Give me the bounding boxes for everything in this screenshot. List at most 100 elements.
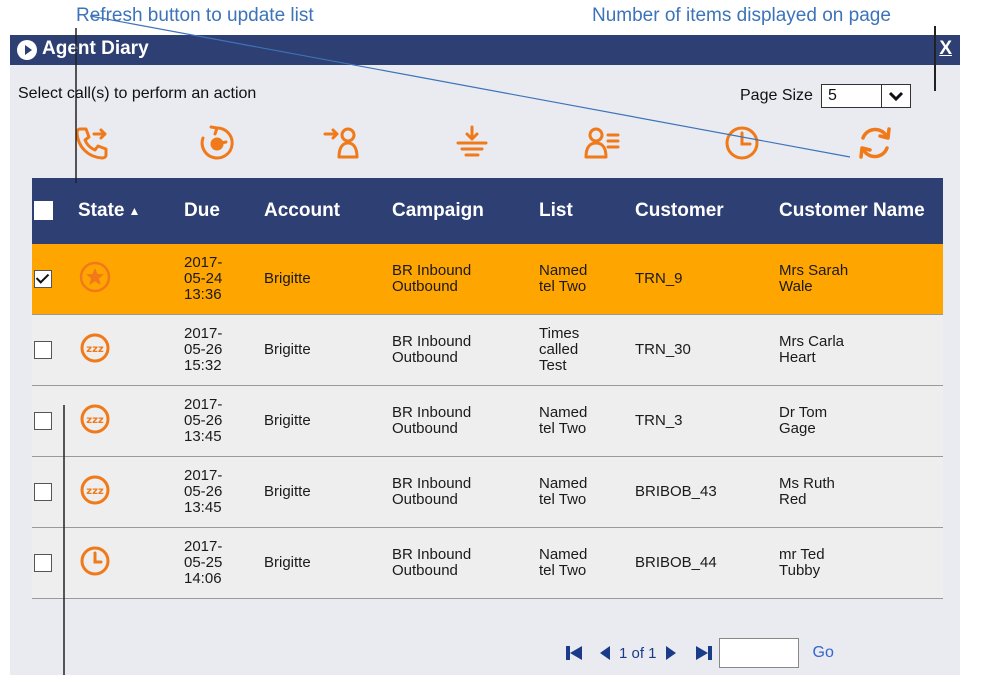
clock-icon <box>78 544 112 582</box>
due-date: 05-26 <box>184 483 223 500</box>
sleep-icon: zzz <box>78 331 112 369</box>
table-header-row: State ▲ Due Account Campaign List Custome… <box>32 178 943 244</box>
campaign-line: Outbound <box>392 491 458 508</box>
column-header-due[interactable]: Due <box>182 178 262 244</box>
customer-name-line: Gage <box>779 420 816 437</box>
next-page-icon[interactable] <box>665 645 677 661</box>
campaign-line: BR Inbound <box>392 475 472 492</box>
column-header-customer[interactable]: Customer <box>633 178 777 244</box>
clock-icon[interactable] <box>717 121 767 165</box>
window-title: Agent Diary <box>42 38 149 59</box>
customer-name-cell: Mrs Sarah Wale <box>777 244 943 315</box>
customer-name-line: Heart <box>779 349 816 366</box>
column-header-account[interactable]: Account <box>262 178 390 244</box>
due-time: 15:32 <box>184 357 222 374</box>
go-button[interactable]: Go <box>813 644 834 662</box>
campaign-cell: BR Inbound Outbound <box>390 456 537 528</box>
page-size-control: Page Size 5 <box>740 84 911 108</box>
due-cell: 2017- 05-26 13:45 <box>182 385 262 457</box>
sleep-icon: zzz <box>78 402 112 440</box>
campaign-line: Outbound <box>392 278 458 295</box>
chevron-down-icon[interactable] <box>880 85 910 107</box>
state-cell: zzz <box>76 385 182 457</box>
list-cell: Named tel Two <box>537 456 633 528</box>
refresh-icon[interactable] <box>850 121 900 165</box>
previous-page-icon[interactable] <box>599 645 611 661</box>
list-line: tel Two <box>539 420 587 437</box>
account-cell: Brigitte <box>262 244 390 315</box>
state-cell <box>76 527 182 599</box>
customer-name-cell: Ms Ruth Red <box>777 456 943 528</box>
campaign-cell: BR Inbound Outbound <box>390 385 537 457</box>
page-number-input[interactable] <box>718 638 799 668</box>
close-button[interactable]: X <box>939 38 952 60</box>
agent-list-icon[interactable] <box>577 121 627 165</box>
list-line: Named <box>539 404 588 421</box>
assign-agent-icon[interactable] <box>317 121 367 165</box>
column-header-list[interactable]: List <box>537 178 633 244</box>
row-checkbox[interactable] <box>34 483 52 501</box>
campaign-line: Outbound <box>392 562 458 579</box>
customer-cell: TRN_3 <box>633 385 777 457</box>
account-cell: Brigitte <box>262 385 390 457</box>
table-row[interactable]: zzz 2017- 05-26 13:45 Brigitte BR Inbound Outb… <box>32 385 943 457</box>
last-page-icon[interactable] <box>695 645 713 661</box>
table-row[interactable]: zzz 2017- 05-26 13:45 Brigitte BR Inbound Outb… <box>32 456 943 528</box>
call-transfer-icon[interactable] <box>67 121 117 165</box>
instruction-text: Select call(s) to perform an action <box>18 85 257 102</box>
state-cell: zzz <box>76 314 182 386</box>
due-date: 05-26 <box>184 341 223 358</box>
list-cell: Named tel Two <box>537 385 633 457</box>
row-checkbox[interactable] <box>34 554 52 572</box>
table-row[interactable]: 2017- 05-24 13:36 Brigitte BR Inbound Outboun… <box>32 244 943 315</box>
table-row[interactable]: 2017- 05-25 14:06 Brigitte BR Inbound Outboun… <box>32 527 943 599</box>
agent-diary-panel: Agent Diary X Select call(s) to perform … <box>10 35 960 675</box>
account-cell: Brigitte <box>262 456 390 528</box>
due-year: 2017- <box>184 538 223 555</box>
customer-name-line: Wale <box>779 278 813 295</box>
due-time: 13:45 <box>184 499 222 516</box>
page-size-select[interactable]: 5 <box>820 84 911 108</box>
column-header-customer-name[interactable]: Customer Name <box>777 178 943 244</box>
campaign-line: BR Inbound <box>392 333 472 350</box>
svg-text:zzz: zzz <box>86 344 104 355</box>
customer-name-line: Dr Tom <box>779 404 828 421</box>
list-line: Test <box>539 357 567 374</box>
list-line: tel Two <box>539 562 587 579</box>
row-checkbox-cell <box>32 385 76 457</box>
calls-table: State ▲ Due Account Campaign List Custome… <box>32 178 943 599</box>
row-checkbox-cell <box>32 314 76 386</box>
timer-icon[interactable] <box>192 121 242 165</box>
svg-text:zzz: zzz <box>86 415 104 426</box>
annotation-page-size: Number of items displayed on page <box>592 5 891 26</box>
customer-name-cell: Mrs Carla Heart <box>777 314 943 386</box>
annotation-refresh: Refresh button to update list <box>76 5 314 26</box>
row-checkbox[interactable] <box>34 270 52 288</box>
svg-text:zzz: zzz <box>86 486 104 497</box>
ground-icon[interactable] <box>447 121 497 165</box>
row-checkbox[interactable] <box>34 412 52 430</box>
customer-name-line: mr Ted <box>779 546 825 563</box>
table-row[interactable]: zzz 2017- 05-26 15:32 Brigitte BR Inbound Outb… <box>32 314 943 386</box>
row-checkbox[interactable] <box>34 341 52 359</box>
due-date: 05-26 <box>184 412 223 429</box>
row-checkbox-cell <box>32 456 76 528</box>
customer-name-cell: mr Ted Tubby <box>777 527 943 599</box>
collapse-toggle-icon[interactable] <box>17 40 37 60</box>
customer-name-line: Red <box>779 491 807 508</box>
due-cell: 2017- 05-26 15:32 <box>182 314 262 386</box>
campaign-cell: BR Inbound Outbound <box>390 314 537 386</box>
customer-cell: TRN_9 <box>633 244 777 315</box>
column-header-campaign[interactable]: Campaign <box>390 178 537 244</box>
first-page-icon[interactable] <box>565 645 583 661</box>
column-header-state[interactable]: State ▲ <box>76 178 182 244</box>
customer-name-cell: Dr Tom Gage <box>777 385 943 457</box>
campaign-line: Outbound <box>392 420 458 437</box>
select-all-checkbox[interactable] <box>34 201 53 221</box>
star-icon <box>78 260 112 298</box>
customer-name-line: Ms Ruth <box>779 475 835 492</box>
list-line: Named <box>539 262 588 279</box>
row-checkbox-cell <box>32 244 76 315</box>
customer-cell: BRIBOB_44 <box>633 527 777 599</box>
title-bar: Agent Diary X <box>10 35 960 65</box>
